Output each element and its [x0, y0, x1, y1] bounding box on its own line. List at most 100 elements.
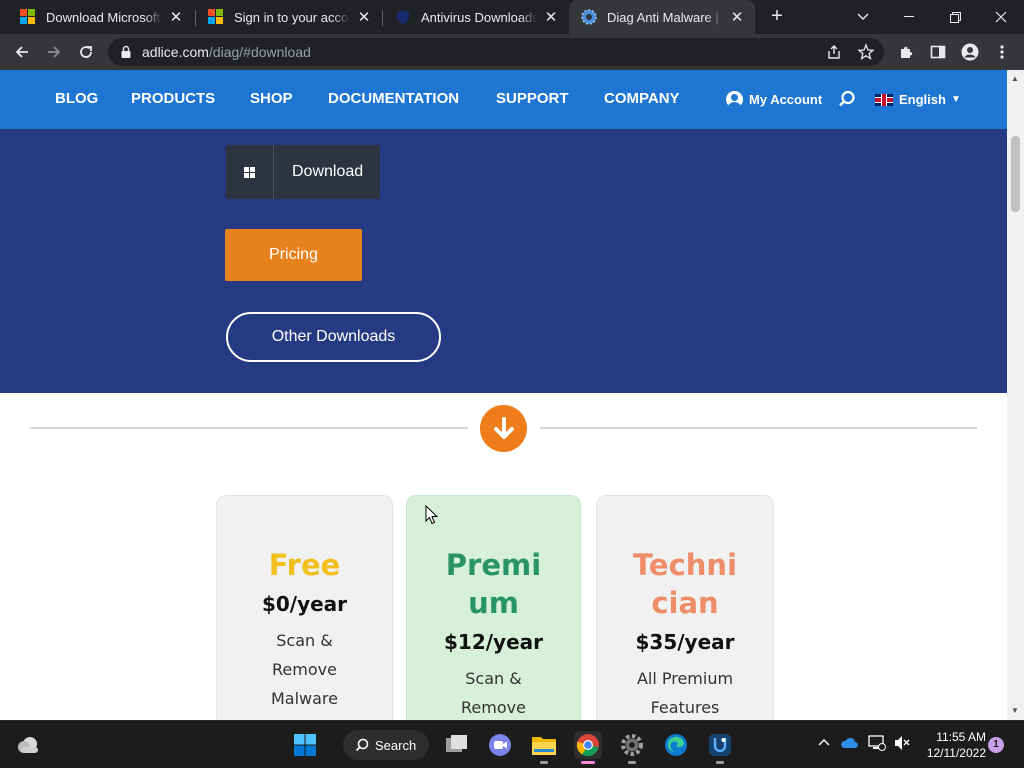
start-windows-icon[interactable] [291, 731, 319, 759]
close-window-button[interactable] [978, 0, 1024, 34]
language-label: English [899, 92, 946, 107]
plan-desc-line: Malware [270, 689, 338, 708]
new-tab-button[interactable]: + [766, 6, 788, 28]
microsoft-logo-icon [208, 9, 224, 25]
url-host: adlice.com [142, 44, 209, 60]
nav-blog[interactable]: BLOG [55, 90, 98, 107]
search-icon [355, 738, 369, 752]
file-explorer-icon[interactable] [530, 731, 558, 764]
caret-down-icon: ▼ [950, 94, 961, 105]
plan-description: Scan & Remove [407, 664, 580, 720]
nav-products[interactable]: PRODUCTS [131, 90, 215, 107]
clock-date: 12/11/2022 [926, 746, 986, 760]
chrome-taskbar-icon[interactable] [574, 731, 602, 764]
windows-taskbar: Search 11:55 AM 12/11/2022 1 [0, 720, 1024, 768]
tab-diag-anti-malware[interactable]: Diag Anti Malware | Di ✕ [569, 0, 755, 34]
tab-sign-in[interactable]: Sign in to your account ✕ [196, 0, 382, 34]
shield-icon [395, 9, 411, 25]
taskbar-search-label: Search [375, 737, 417, 753]
close-tab-icon[interactable]: ✕ [543, 8, 559, 26]
plan-card-technician[interactable]: Techni cian $35/year All Premium Feature… [596, 495, 774, 720]
tab-search-chevron-icon[interactable] [840, 0, 886, 34]
weather-cloud-icon[interactable] [14, 731, 42, 759]
nav-support[interactable]: SUPPORT [496, 90, 569, 107]
teams-chat-icon[interactable] [486, 731, 514, 759]
nav-documentation[interactable]: DOCUMENTATION [328, 90, 459, 107]
pricing-button[interactable]: Pricing [225, 229, 362, 281]
chevron-up-icon[interactable] [818, 735, 830, 749]
tab-antivirus-downloads[interactable]: Antivirus Downloads ✕ [383, 0, 569, 34]
page-viewport: BLOG PRODUCTS SHOP DOCUMENTATION SUPPORT… [0, 70, 1007, 720]
forward-button[interactable] [42, 40, 66, 64]
edge-browser-icon[interactable] [662, 731, 690, 759]
plan-name-line: um [468, 586, 519, 620]
settings-gear-icon[interactable] [618, 731, 646, 764]
close-tab-icon[interactable]: ✕ [356, 8, 372, 26]
volume-muted-icon[interactable] [893, 735, 911, 754]
onedrive-cloud-icon[interactable] [840, 736, 858, 753]
share-icon[interactable] [825, 43, 843, 61]
extensions-puzzle-icon[interactable] [894, 40, 918, 64]
plan-desc-line: Scan & [276, 631, 333, 650]
task-view-icon[interactable] [443, 731, 471, 759]
lock-icon[interactable] [120, 45, 132, 64]
tab-title: Diag Anti Malware | Di [607, 9, 723, 25]
anti-malware-app-icon[interactable] [706, 731, 734, 764]
mouse-pointer-icon [425, 504, 439, 530]
plan-description: Scan & Remove Malware [217, 626, 392, 713]
restore-button[interactable] [932, 0, 978, 34]
tab-download-microsoft-teams[interactable]: Download Microsoft Te ✕ [8, 0, 194, 34]
plan-price: $35/year [635, 630, 735, 654]
plan-card-free[interactable]: Free $0/year Scan & Remove Malware [216, 495, 393, 720]
bookmark-star-icon[interactable] [857, 43, 875, 61]
address-bar[interactable]: adlice.com/diag/#download [108, 38, 884, 66]
network-monitor-icon[interactable] [868, 735, 886, 754]
download-label: Download [292, 163, 364, 180]
nav-shop[interactable]: SHOP [250, 90, 293, 107]
nav-company[interactable]: COMPANY [604, 90, 680, 107]
scroll-up-arrow-icon[interactable]: ▲ [1011, 74, 1019, 83]
tab-title: Sign in to your account [234, 9, 350, 25]
plan-name: Premi um [407, 546, 580, 622]
running-indicator [540, 761, 548, 764]
close-tab-icon[interactable]: ✕ [729, 8, 745, 26]
chrome-menu-icon[interactable] [990, 40, 1014, 64]
tab-title: Download Microsoft Te [46, 9, 162, 25]
plan-name-line: Techni [632, 548, 738, 582]
plan-name: Techni cian [597, 546, 773, 622]
search-icon[interactable] [838, 90, 856, 113]
clock-time: 11:55 AM [936, 730, 986, 744]
my-account-link[interactable]: My Account [726, 91, 822, 108]
tab-strip: Download Microsoft Te ✕ Sign in to your … [0, 0, 1024, 34]
notification-badge[interactable]: 1 [988, 737, 1004, 753]
back-button[interactable] [10, 40, 34, 64]
url-text[interactable]: adlice.com/diag/#download [142, 44, 311, 60]
close-tab-icon[interactable]: ✕ [168, 8, 184, 26]
other-downloads-button[interactable]: Other Downloads [226, 312, 441, 362]
profile-avatar-icon[interactable] [958, 40, 982, 64]
running-indicator [628, 761, 636, 764]
minimize-button[interactable] [886, 0, 932, 34]
plan-name: Free [217, 546, 392, 584]
page-scrollbar[interactable]: ▲ ▼ [1007, 70, 1024, 720]
plan-name-line: Premi [445, 548, 542, 582]
uk-flag-icon [875, 93, 893, 106]
gear-blue-icon [581, 9, 597, 25]
plan-name-line: Free [268, 548, 341, 582]
microsoft-logo-icon [20, 9, 36, 25]
section-divider-right [540, 427, 977, 429]
plan-desc-line: All Premium [636, 669, 734, 688]
language-selector[interactable]: English ▼ [875, 92, 961, 107]
arrow-down-circle-icon[interactable] [480, 405, 527, 452]
scrollbar-thumb[interactable] [1011, 136, 1020, 212]
tab-title: Antivirus Downloads [421, 9, 537, 25]
taskbar-search-button[interactable]: Search [343, 730, 429, 760]
download-button[interactable]: Download [226, 145, 380, 199]
browser-toolbar: adlice.com/diag/#download [0, 34, 1024, 70]
scroll-down-arrow-icon[interactable]: ▼ [1011, 706, 1019, 715]
reload-button[interactable] [74, 40, 98, 64]
system-clock[interactable]: 11:55 AM 12/11/2022 [920, 729, 986, 761]
side-panel-icon[interactable] [926, 40, 950, 64]
plan-name-line: cian [651, 586, 719, 620]
plan-desc-line: Remove [461, 698, 526, 717]
